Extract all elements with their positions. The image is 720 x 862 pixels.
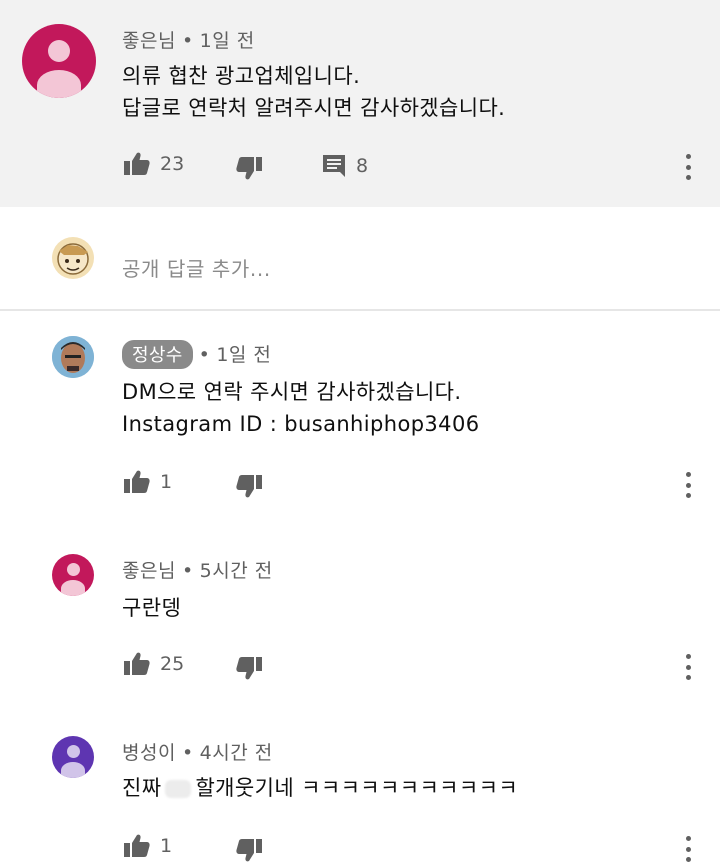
separator: • [198, 344, 211, 366]
like-count: 1 [160, 471, 173, 493]
divider [0, 309, 720, 311]
comment-line: Instagram ID : busanhiphop3406 [122, 412, 480, 436]
thumbs-up-icon [124, 834, 150, 857]
thumbs-up-icon [124, 652, 150, 675]
comment-meta: 병성이 • 4시간 전 [122, 738, 273, 765]
author-name[interactable]: 좋은님 [122, 560, 176, 582]
timestamp[interactable]: 1일 전 [216, 344, 271, 366]
censored-blur [165, 780, 192, 798]
comment-text: DM으로 연락 주시면 감사하겠습니다. Instagram ID : busa… [122, 376, 479, 440]
comment-line: 구란뎅 [122, 596, 182, 620]
dislike-button[interactable] [236, 656, 262, 680]
thumbs-down-icon [236, 157, 262, 180]
comment-meta: 좋은님 • 1일 전 [122, 26, 255, 53]
avatar[interactable] [52, 336, 94, 378]
replies-list: 정상수 • 1일 전 DM으로 연락 주시면 감사하겠습니다. Instagram … [0, 312, 720, 862]
comment-text-end: 할개웃기네 ㅋㅋㅋㅋㅋㅋㅋㅋㅋㅋㅋ [195, 776, 519, 800]
reply-button[interactable]: 8 [322, 154, 368, 178]
comment-line: 답글로 연락처 알려주시면 감사하겠습니다. [122, 96, 506, 120]
author-name[interactable]: 좋은님 [122, 30, 176, 52]
top-comment: 좋은님 • 1일 전 의류 협찬 광고업체입니다. 답글로 연락처 알려주시면 감사… [0, 0, 720, 207]
more-vert-icon[interactable] [685, 836, 691, 862]
comment-text-start: 진짜 [122, 776, 162, 800]
like-button[interactable]: 1 [124, 470, 172, 494]
avatar[interactable] [22, 24, 96, 98]
more-vert-icon[interactable] [685, 472, 691, 498]
comment-line: 의류 협찬 광고업체입니다. [122, 64, 361, 88]
add-reply-input[interactable]: 공개 답글 추가... [122, 253, 271, 282]
separator: • [181, 560, 194, 582]
dislike-button[interactable] [236, 838, 262, 862]
more-vert-icon[interactable] [685, 654, 691, 680]
like-button[interactable]: 25 [124, 652, 184, 676]
person-photo-icon [52, 336, 94, 378]
dislike-button[interactable] [236, 156, 262, 180]
like-count: 23 [160, 153, 185, 175]
comment-meta: 좋은님 • 5시간 전 [122, 556, 273, 583]
author-name[interactable]: 병성이 [122, 742, 176, 764]
comment-line: DM으로 연락 주시면 감사하겠습니다. [122, 380, 462, 404]
separator: • [181, 742, 194, 764]
thumbs-up-icon [124, 470, 150, 493]
avatar[interactable] [52, 736, 94, 778]
like-count: 25 [160, 653, 185, 675]
avatar[interactable] [52, 554, 94, 596]
add-reply-row[interactable]: 공개 답글 추가... [0, 207, 720, 310]
thumbs-down-icon [236, 657, 262, 680]
like-button[interactable]: 23 [124, 152, 184, 176]
like-count: 1 [160, 835, 173, 857]
comment-text: 의류 협찬 광고업체입니다. 답글로 연락처 알려주시면 감사하겠습니다. [122, 60, 505, 124]
timestamp[interactable]: 5시간 전 [200, 560, 273, 582]
reply-count: 8 [356, 155, 369, 177]
author-name[interactable]: 정상수 [122, 340, 193, 369]
comment-meta: 정상수 • 1일 전 [122, 340, 271, 369]
user-avatar [52, 237, 94, 279]
timestamp[interactable]: 1일 전 [200, 30, 255, 52]
timestamp[interactable]: 4시간 전 [200, 742, 273, 764]
separator: • [181, 30, 194, 52]
comment-text: 진짜 할개웃기네 ㅋㅋㅋㅋㅋㅋㅋㅋㅋㅋㅋ [122, 772, 518, 804]
comment-icon [323, 155, 345, 177]
character-icon [57, 243, 89, 275]
thumbs-down-icon [236, 475, 262, 498]
like-button[interactable]: 1 [124, 834, 172, 858]
thumbs-down-icon [236, 839, 262, 862]
thumbs-up-icon [124, 152, 150, 175]
more-vert-icon[interactable] [685, 154, 691, 180]
comment-text: 구란뎅 [122, 592, 181, 624]
dislike-button[interactable] [236, 474, 262, 498]
